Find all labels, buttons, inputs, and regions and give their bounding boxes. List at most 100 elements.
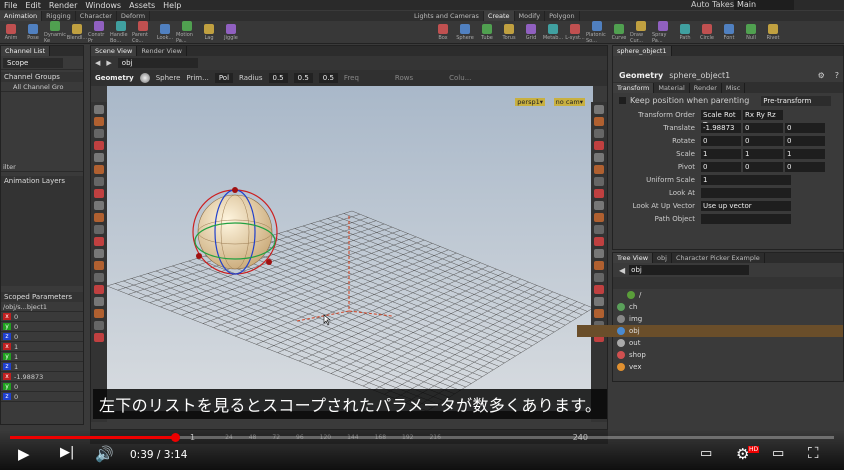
shelf-tool[interactable]: Grid (520, 23, 542, 41)
viewport-tool-icon[interactable] (94, 249, 104, 258)
menu-edit[interactable]: Edit (21, 1, 45, 10)
viewport-tool-icon[interactable] (594, 249, 604, 258)
shelf-tool[interactable]: Lag (198, 23, 220, 41)
parm-field[interactable]: 1 (701, 174, 791, 185)
menu-assets[interactable]: Assets (125, 1, 159, 10)
shelf-tool[interactable]: Circle (696, 23, 718, 41)
scoped-param-row[interactable]: y1 (1, 352, 83, 362)
parm-field[interactable]: 0 (743, 161, 783, 172)
parm-field[interactable]: 0 (785, 122, 825, 133)
back-icon[interactable]: ◀ (619, 266, 625, 275)
tree-node[interactable]: / (577, 289, 843, 301)
parm-field[interactable]: 0 (785, 135, 825, 146)
shelf-tool[interactable]: Sphere (454, 23, 476, 41)
viewport-tool-icon[interactable] (94, 177, 104, 186)
subtitles-icon[interactable]: ▭ (700, 446, 712, 461)
viewport-tool-icon[interactable] (594, 237, 604, 246)
shelf-tab-lights[interactable]: Lights and Cameras (410, 11, 484, 21)
tab-tree-view[interactable]: Tree View (613, 253, 654, 263)
parm-field[interactable] (701, 187, 791, 198)
persp-camera-menu[interactable]: persp1▾ (515, 98, 545, 106)
parm-field[interactable]: 1 (785, 148, 825, 159)
viewport-tool-icon[interactable] (94, 297, 104, 306)
viewport-tool-icon[interactable] (594, 177, 604, 186)
shelf-tool[interactable]: Box (432, 23, 454, 41)
viewport-tool-icon[interactable] (94, 189, 104, 198)
shelf-tool[interactable]: Motion Pa... (176, 20, 198, 44)
shelf-tool[interactable]: Parent Co... (132, 20, 154, 44)
shelf-tool[interactable]: Jiggle (220, 23, 242, 41)
viewport-tool-icon[interactable] (94, 225, 104, 234)
viewport-canvas[interactable] (107, 86, 593, 411)
viewport-tool-icon[interactable] (94, 165, 104, 174)
viewport-tool-icon[interactable] (94, 237, 104, 246)
tab-material[interactable]: Material (654, 82, 690, 93)
tree-node[interactable]: shop (577, 349, 843, 361)
tab-misc[interactable]: Misc (722, 82, 746, 93)
parm-field[interactable]: Scale Rot Tr (701, 109, 741, 129)
scoped-param-row[interactable]: z1 (1, 362, 83, 372)
parm-field[interactable]: 0 (785, 161, 825, 172)
viewport-tool-icon[interactable] (594, 213, 604, 222)
scoped-param-row[interactable]: z0 (1, 332, 83, 342)
scoped-param-row[interactable]: x -1.98873 (1, 372, 83, 382)
all-channels-item[interactable]: All Channel Gro (1, 82, 83, 92)
viewport-tool-icon[interactable] (594, 273, 604, 282)
forward-icon[interactable]: ▶ (106, 59, 111, 67)
viewport-tool-icon[interactable] (594, 153, 604, 162)
shelf-tool[interactable]: Path (674, 23, 696, 41)
tree-path-field[interactable]: obj (629, 265, 750, 275)
parm-field[interactable]: 1 (743, 148, 783, 159)
menu-windows[interactable]: Windows (81, 1, 125, 10)
shelf-tool[interactable]: Draw Cur... (630, 20, 652, 44)
shelf-tool[interactable]: Handle Bo... (110, 20, 132, 44)
parm-field[interactable]: 0 (743, 122, 783, 133)
viewport-tool-icon[interactable] (594, 189, 604, 198)
shelf-tab-character[interactable]: Character (76, 11, 117, 21)
shelf-tool[interactable]: Font (718, 23, 740, 41)
viewport-tool-icon[interactable] (94, 333, 104, 342)
parm-field[interactable]: Use up vector (701, 200, 791, 211)
viewport-tool-icon[interactable] (594, 141, 604, 150)
viewport-tool-icon[interactable] (94, 201, 104, 210)
viewport-tool-icon[interactable] (594, 165, 604, 174)
progress-scrubber[interactable] (170, 433, 180, 442)
viewport-tool-icon[interactable] (94, 273, 104, 282)
tree-node[interactable]: vex (577, 361, 843, 373)
shelf-tool[interactable]: L-syst... (564, 23, 586, 41)
viewport-tool-icon[interactable] (594, 225, 604, 234)
tab-character-picker[interactable]: Character Picker Example (672, 253, 765, 263)
shelf-tool[interactable]: Constr Pr (88, 20, 110, 44)
viewport-tool-icon[interactable] (94, 105, 104, 114)
tab-transform[interactable]: Transform (613, 82, 655, 93)
tab-sphere-object[interactable]: sphere_object1 (613, 46, 672, 56)
shelf-tab-rigging[interactable]: Rigging (42, 11, 76, 21)
shelf-tool[interactable]: Blendl... (66, 23, 88, 41)
menu-file[interactable]: File (0, 1, 21, 10)
parm-field[interactable]: 0 (743, 135, 783, 146)
parm-field[interactable]: 1 (701, 148, 741, 159)
poly-type-dropdown[interactable]: Pol (214, 73, 234, 83)
help-icon[interactable]: ? (835, 71, 839, 80)
menu-help[interactable]: Help (159, 1, 185, 10)
shelf-tool[interactable]: Curve (608, 23, 630, 41)
shelf-tab-animation[interactable]: Animation (0, 11, 43, 21)
shelf-tab-create[interactable]: Create (483, 11, 515, 21)
shelf-tool[interactable]: Spray Pa... (652, 20, 674, 44)
viewport-tool-icon[interactable] (94, 153, 104, 162)
keep-position-checkbox[interactable] (619, 97, 626, 104)
path-field[interactable]: obj (117, 58, 198, 68)
scoped-param-row[interactable]: x0 (1, 312, 83, 322)
desktop-select[interactable]: Main (734, 0, 794, 10)
viewport-tool-icon[interactable] (594, 201, 604, 210)
next-icon[interactable]: ▶| (60, 445, 74, 460)
filter-field[interactable]: ilter (1, 162, 83, 172)
node-name-field[interactable]: sphere_object1 (669, 71, 730, 80)
viewport-tool-icon[interactable] (594, 117, 604, 126)
shelf-tool[interactable]: Pose (22, 23, 44, 41)
viewport-tool-icon[interactable] (94, 129, 104, 138)
shelf-tool[interactable]: Torus (498, 23, 520, 41)
scoped-param-row[interactable]: y0 (1, 322, 83, 332)
tab-render-view[interactable]: Render View (137, 46, 187, 56)
radius-z[interactable]: 0.5 (318, 73, 338, 83)
